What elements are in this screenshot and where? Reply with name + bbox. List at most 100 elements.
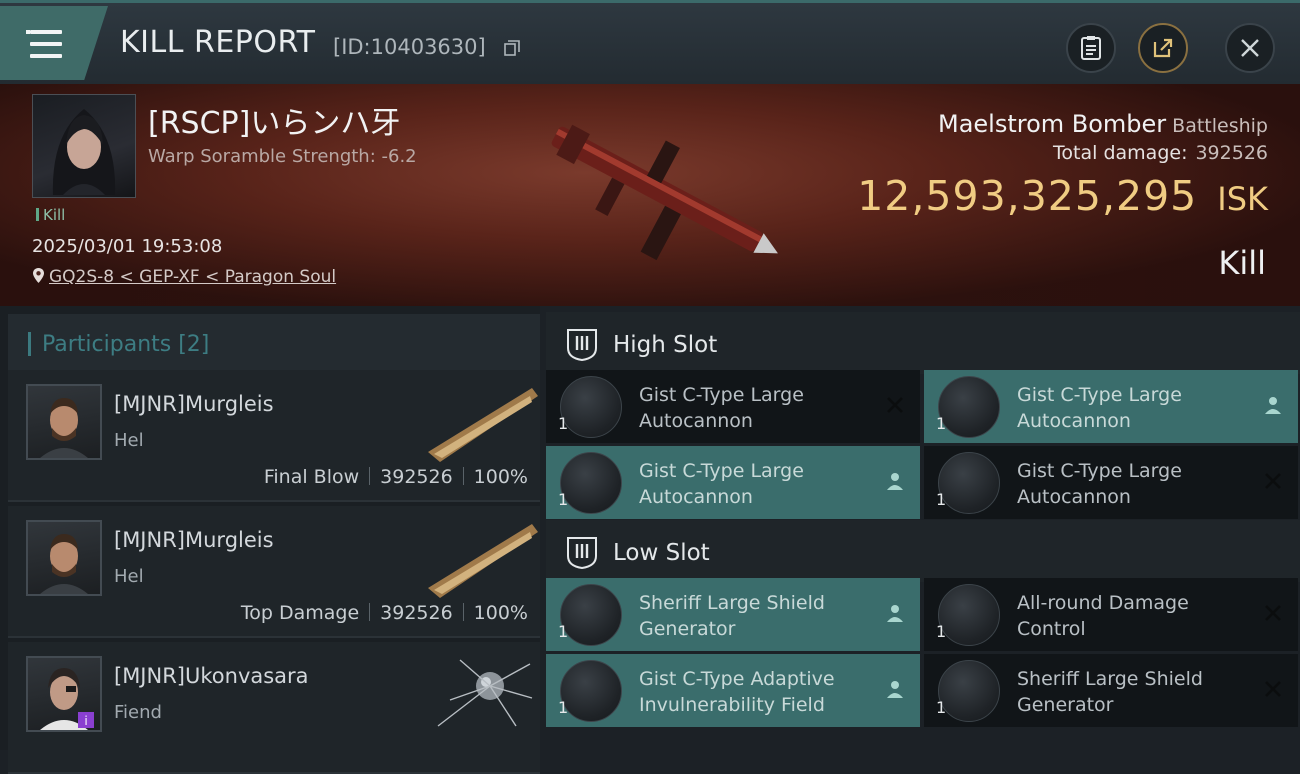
participant-stats: Final Blow 392526 100% xyxy=(264,466,528,488)
participant-ship-image xyxy=(428,388,538,462)
module-quantity: 1 xyxy=(558,414,569,433)
participant-role: Final Blow xyxy=(263,466,360,488)
avatar xyxy=(52,109,116,195)
participant-ship-image xyxy=(428,524,538,598)
share-button[interactable] xyxy=(1138,23,1188,73)
module-name: Gist C-Type Large Autocannon xyxy=(639,460,804,508)
copy-icon[interactable] xyxy=(503,39,521,57)
menu-button[interactable] xyxy=(0,6,108,80)
module-item[interactable]: 1 Sheriff Large Shield Generator xyxy=(546,578,920,651)
destroyed-icon xyxy=(1265,681,1281,697)
module-quantity: 1 xyxy=(936,698,947,717)
participant-role: Top Damage xyxy=(240,602,360,624)
module-item[interactable]: 1 Gist C-Type Large Autocannon xyxy=(546,446,920,519)
shield-generator-icon xyxy=(560,584,622,646)
module-item[interactable]: 1 Gist C-Type Large Autocannon xyxy=(924,446,1298,519)
participant-damage: 392526 xyxy=(380,602,453,624)
participant-percent: 100% xyxy=(473,602,528,624)
location-pin-icon xyxy=(33,268,44,283)
participants-header: Participants [2] xyxy=(8,314,540,370)
participant-ship: Fiend xyxy=(114,702,162,723)
module-item[interactable]: 1 Gist C-Type Adaptive Invulnerability F… xyxy=(546,654,920,727)
fitting-panel: High Slot 1 Gist C-Type Large Autocannon… xyxy=(540,306,1300,750)
page-title: KILL REPORT xyxy=(120,25,316,60)
module-quantity: 1 xyxy=(558,622,569,641)
module-name: All-round Damage Control xyxy=(1017,592,1189,640)
location-link[interactable]: GQ2S-8 < GEP-XF < Paragon Soul xyxy=(32,267,336,287)
module-quantity: 1 xyxy=(558,490,569,509)
participant-ship: Hel xyxy=(114,566,144,587)
clipboard-icon xyxy=(1081,36,1101,60)
total-damage: Total damage: 392526 xyxy=(1053,142,1268,164)
module-quantity: 1 xyxy=(936,414,947,433)
dropped-person-icon xyxy=(887,681,903,698)
avatar[interactable] xyxy=(26,520,102,596)
participant-name: [MJNR]Murgleis xyxy=(114,392,274,416)
ship-name-line: Maelstrom Bomber Battleship xyxy=(938,110,1268,138)
participant-name: [MJNR]Murgleis xyxy=(114,528,274,552)
participant-row[interactable]: [MJNR]Murgleis Hel Top Damage 392526 100% xyxy=(8,506,540,638)
participant-percent: 100% xyxy=(473,466,528,488)
ship-name: Maelstrom Bomber xyxy=(937,110,1167,138)
module-name: Sheriff Large Shield Generator xyxy=(1017,668,1203,716)
module-item[interactable]: 1 Gist C-Type Large Autocannon xyxy=(546,370,920,443)
participant-row[interactable]: i [MJNR]Ukonvasara Fiend xyxy=(8,642,540,774)
module-name: Gist C-Type Large Autocannon xyxy=(1017,460,1182,508)
total-damage-value: 392526 xyxy=(1195,142,1268,164)
low-slot-title: Low Slot xyxy=(613,540,710,566)
destroyed-icon xyxy=(1265,473,1281,489)
autocannon-icon xyxy=(560,376,622,438)
ship-class: Battleship xyxy=(1172,115,1268,137)
warp-scramble-strength: Warp Soramble Strength: -6.2 xyxy=(148,146,417,167)
participant-name: [MJNR]Ukonvasara xyxy=(114,664,309,688)
report-id: [ID:10403630] xyxy=(333,35,486,59)
avatar[interactable]: i xyxy=(26,656,102,732)
portrait-image: i xyxy=(40,668,94,730)
module-item[interactable]: 1 Sheriff Large Shield Generator xyxy=(924,654,1298,727)
participants-panel: Participants [2] [MJNR]Murgleis Hel Fina… xyxy=(0,306,540,774)
participant-stats: Top Damage 392526 100% xyxy=(241,602,528,624)
avatar[interactable] xyxy=(26,384,102,460)
module-item[interactable]: 1 All-round Damage Control xyxy=(924,578,1298,651)
isk-value-line: 12,593,325,295 ISK xyxy=(857,172,1268,220)
kill-timestamp: 2025/03/01 19:53:08 xyxy=(32,236,223,257)
high-slot-header: High Slot xyxy=(546,312,1300,374)
high-slot-icon xyxy=(567,329,597,362)
low-slot-header: Low Slot xyxy=(546,520,1300,582)
participants-title: Participants [2] xyxy=(42,332,210,357)
module-item[interactable]: 1 Gist C-Type Large Autocannon xyxy=(924,370,1298,443)
isk-unit: ISK xyxy=(1217,180,1268,218)
clipboard-button[interactable] xyxy=(1066,23,1116,73)
close-icon xyxy=(1241,39,1259,57)
shield-generator-icon xyxy=(938,660,1000,722)
invulnerability-field-icon xyxy=(560,660,622,722)
module-name: Gist C-Type Large Autocannon xyxy=(639,384,804,432)
victim-name: [RSCP]いらンハ牙 xyxy=(148,106,401,141)
isk-value: 12,593,325,295 xyxy=(857,172,1198,220)
module-quantity: 1 xyxy=(558,698,569,717)
victim-ship-image xyxy=(551,124,778,261)
high-slot-title: High Slot xyxy=(613,332,718,358)
victim-banner: [RSCP]いらンハ牙 Warp Soramble Strength: -6.2… xyxy=(0,84,1300,306)
header-bar: KILL REPORT [ID:10403630] xyxy=(0,0,1300,84)
autocannon-icon xyxy=(938,452,1000,514)
dropped-person-icon xyxy=(887,473,903,490)
destroyed-icon xyxy=(887,397,903,413)
module-quantity: 1 xyxy=(936,490,947,509)
participant-ship: Hel xyxy=(114,430,144,451)
victim-portrait[interactable] xyxy=(32,94,136,198)
participant-ship-image xyxy=(437,659,533,727)
module-name: Gist C-Type Large Autocannon xyxy=(1017,384,1182,432)
result-label: Kill xyxy=(1218,244,1266,282)
svg-text:i: i xyxy=(84,714,87,728)
kill-tag: Kill xyxy=(36,206,65,224)
participant-row[interactable]: [MJNR]Murgleis Hel Final Blow 392526 100% xyxy=(8,370,540,502)
damage-control-icon xyxy=(938,584,1000,646)
module-quantity: 1 xyxy=(936,622,947,641)
dropped-person-icon xyxy=(887,605,903,622)
module-name: Gist C-Type Adaptive Invulnerability Fie… xyxy=(639,668,835,716)
portrait-image xyxy=(40,398,88,458)
module-name: Sheriff Large Shield Generator xyxy=(639,592,825,640)
participant-damage: 392526 xyxy=(380,466,453,488)
close-button[interactable] xyxy=(1225,23,1275,73)
